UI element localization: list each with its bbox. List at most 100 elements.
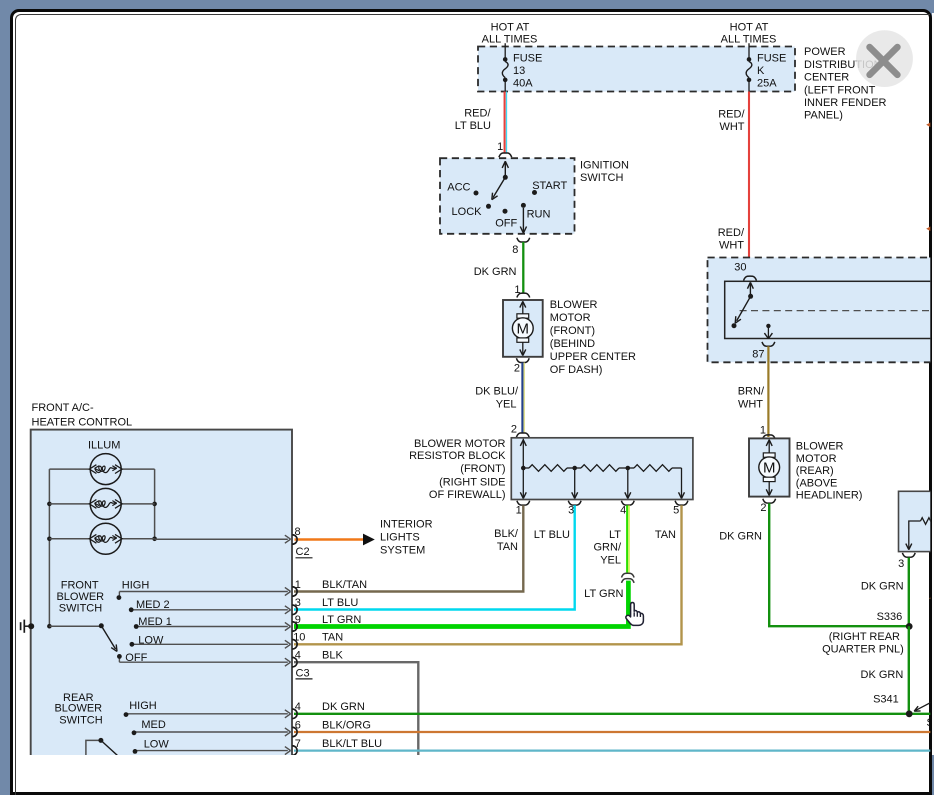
svg-text:RED/: RED/: [464, 107, 491, 119]
svg-text:(ABOVE: (ABOVE: [796, 477, 838, 489]
svg-text:POWER: POWER: [804, 46, 846, 58]
svg-text:HOT AT: HOT AT: [491, 21, 530, 33]
svg-text:2: 2: [514, 362, 520, 374]
svg-text:DK GRN: DK GRN: [474, 266, 517, 278]
svg-text:30: 30: [734, 261, 746, 273]
svg-text:QUARTER PNL): QUARTER PNL): [822, 643, 904, 655]
svg-text:BLOWER: BLOWER: [54, 702, 102, 714]
svg-text:3: 3: [898, 558, 904, 570]
svg-text:(RIGHT REAR: (RIGHT REAR: [829, 631, 900, 643]
svg-text:FUSE: FUSE: [757, 53, 786, 65]
svg-text:DK GRN: DK GRN: [719, 530, 762, 542]
svg-text:YEL: YEL: [496, 398, 517, 410]
svg-text:PANEL): PANEL): [804, 110, 843, 122]
svg-text:LT: LT: [609, 529, 621, 541]
svg-text:GRN/: GRN/: [594, 542, 622, 554]
svg-text:BLOWER: BLOWER: [796, 441, 844, 453]
svg-text:WHT: WHT: [719, 121, 744, 133]
svg-text:(FRONT): (FRONT): [550, 325, 595, 337]
svg-text:9: 9: [295, 614, 301, 626]
svg-text:TAN: TAN: [322, 632, 343, 644]
svg-text:C2: C2: [296, 546, 310, 558]
svg-text:K: K: [757, 65, 765, 77]
svg-text:CENTER: CENTER: [804, 72, 849, 84]
svg-text:HEADLINER): HEADLINER): [796, 490, 863, 502]
svg-text:BLK: BLK: [322, 650, 343, 662]
svg-text:FRONT: FRONT: [61, 579, 99, 591]
svg-text:OFF: OFF: [125, 652, 147, 664]
svg-text:4: 4: [620, 505, 626, 517]
svg-text:DK GRN: DK GRN: [861, 669, 904, 681]
svg-text:(LEFT FRONT: (LEFT FRONT: [804, 84, 876, 96]
svg-text:4: 4: [295, 701, 301, 713]
svg-text:S341: S341: [873, 694, 899, 706]
svg-text:MOTOR: MOTOR: [796, 453, 837, 465]
svg-text:SWITCH: SWITCH: [59, 603, 102, 615]
svg-text:INTERIOR: INTERIOR: [380, 518, 433, 530]
svg-text:8: 8: [512, 244, 518, 256]
svg-text:40A: 40A: [513, 78, 533, 90]
svg-text:SWITCH: SWITCH: [580, 172, 623, 184]
svg-text:LT BLU: LT BLU: [534, 529, 570, 541]
svg-text:2: 2: [511, 423, 517, 435]
svg-text:HEATER CONTROL: HEATER CONTROL: [32, 417, 133, 429]
svg-text:1: 1: [497, 141, 503, 153]
svg-text:YEL: YEL: [600, 555, 621, 567]
svg-text:MOTOR: MOTOR: [550, 312, 591, 324]
svg-text:RESISTOR BLOCK: RESISTOR BLOCK: [409, 450, 506, 462]
svg-text:(RIGHT SIDE: (RIGHT SIDE: [439, 477, 505, 489]
svg-text:DK GRN: DK GRN: [861, 580, 904, 592]
svg-text:DK BLU/: DK BLU/: [475, 386, 519, 398]
svg-text:FUSE: FUSE: [513, 53, 542, 65]
svg-text:OF DASH): OF DASH): [550, 364, 603, 376]
svg-text:HIGH: HIGH: [129, 700, 157, 712]
svg-text:RED/: RED/: [718, 109, 745, 121]
svg-text:LOCK: LOCK: [452, 206, 483, 218]
svg-text:5: 5: [673, 505, 679, 517]
svg-text:M: M: [517, 321, 530, 338]
svg-text:WHT: WHT: [719, 240, 744, 252]
svg-text:DK GRN: DK GRN: [322, 701, 365, 713]
svg-text:6: 6: [295, 719, 301, 731]
svg-text:S: S: [927, 717, 934, 729]
svg-text:LT GRN: LT GRN: [584, 588, 623, 600]
svg-text:TAN: TAN: [497, 541, 518, 553]
svg-text:ALL TIMES: ALL TIMES: [482, 34, 538, 46]
svg-text:OFF: OFF: [495, 217, 517, 229]
svg-text:M: M: [763, 460, 776, 477]
svg-text:BLOWER MOTOR: BLOWER MOTOR: [414, 438, 506, 450]
svg-text:WHT: WHT: [738, 398, 763, 410]
svg-text:FRONT A/C-: FRONT A/C-: [32, 402, 94, 414]
svg-text:S336: S336: [877, 611, 903, 623]
svg-text:ACC: ACC: [447, 181, 470, 193]
svg-text:ILLUM: ILLUM: [88, 440, 120, 452]
svg-text:START: START: [532, 180, 567, 192]
svg-text:C3: C3: [296, 667, 310, 679]
svg-text:HOT AT: HOT AT: [730, 21, 769, 33]
svg-text:10: 10: [293, 632, 305, 644]
svg-text:BLK/LT BLU: BLK/LT BLU: [322, 738, 382, 750]
svg-text:OF FIREWALL): OF FIREWALL): [429, 489, 506, 501]
svg-text:LOW: LOW: [138, 634, 164, 646]
svg-text:SYSTEM: SYSTEM: [380, 545, 425, 557]
svg-text:BLOWER: BLOWER: [550, 299, 598, 311]
svg-text:SWITCH: SWITCH: [59, 714, 102, 726]
svg-text:LT BLU: LT BLU: [322, 597, 358, 609]
svg-text:7: 7: [295, 738, 301, 750]
svg-text:MED 1: MED 1: [138, 616, 172, 628]
svg-text:87: 87: [752, 349, 764, 361]
svg-text:(BEHIND: (BEHIND: [550, 338, 595, 350]
svg-text:3: 3: [568, 505, 574, 517]
svg-text:(REAR): (REAR): [796, 465, 834, 477]
svg-text:2: 2: [760, 502, 766, 514]
svg-text:MED: MED: [141, 719, 166, 731]
svg-text:3: 3: [295, 597, 301, 609]
svg-text:LT BLU: LT BLU: [455, 120, 491, 132]
svg-text:1: 1: [516, 505, 522, 517]
svg-text:1: 1: [295, 579, 301, 591]
svg-text:IGNITION: IGNITION: [580, 160, 629, 172]
svg-text:LT GRN: LT GRN: [322, 614, 361, 626]
svg-text:BLOWER: BLOWER: [56, 591, 104, 603]
svg-text:INNER FENDER: INNER FENDER: [804, 97, 887, 109]
svg-text:BLK/TAN: BLK/TAN: [322, 579, 367, 591]
